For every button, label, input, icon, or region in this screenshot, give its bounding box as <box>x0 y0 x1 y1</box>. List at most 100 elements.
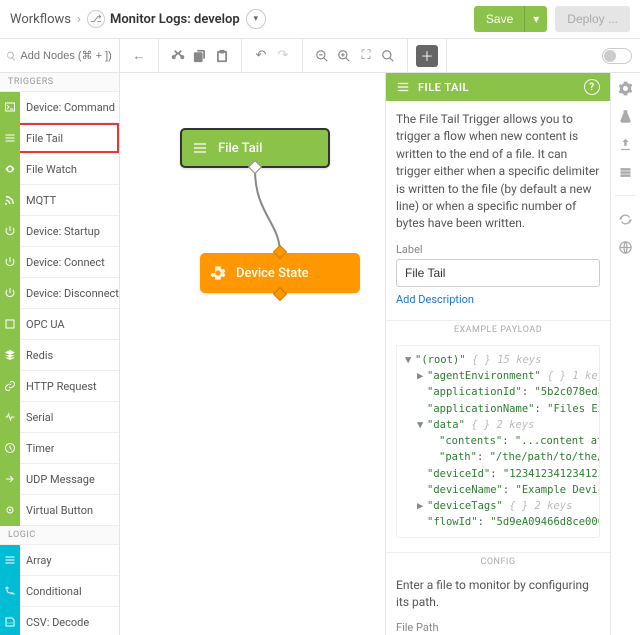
palette-item-label: Serial <box>20 411 53 424</box>
palette-item-virtual-button[interactable]: Virtual Button <box>0 495 119 526</box>
rss-icon <box>0 185 20 216</box>
palette-item-serial[interactable]: Serial <box>0 402 119 433</box>
palette-item-label: Device: Startup <box>20 225 100 238</box>
palette-item-label: OPC UA <box>20 318 65 331</box>
back-button[interactable]: ← <box>128 45 150 67</box>
dot-icon <box>0 495 20 526</box>
clock-icon <box>0 433 20 464</box>
palette-item-label: Conditional <box>20 585 82 598</box>
palette-item-label: Device: Command <box>20 101 115 114</box>
app-header: Workflows › ⎇ Monitor Logs: develop ▾ Sa… <box>0 0 640 39</box>
palette-item-conditional[interactable]: Conditional <box>0 576 119 607</box>
palette-item-label: MQTT <box>20 194 56 207</box>
save-dropdown[interactable]: ▾ <box>524 6 547 32</box>
search-icon <box>6 50 16 62</box>
palette-item-label: Device: Disconnect <box>20 287 119 300</box>
breadcrumb-root[interactable]: Workflows <box>10 12 71 27</box>
example-payload-divider: EXAMPLE PAYLOAD <box>386 320 610 335</box>
layers-icon[interactable] <box>617 163 635 181</box>
palette-item-http-request[interactable]: HTTP Request <box>0 371 119 402</box>
config-prompt: Enter a file to monitor by configuring i… <box>396 577 600 612</box>
upload-icon[interactable] <box>617 135 635 153</box>
add-description-link[interactable]: Add Description <box>396 293 474 306</box>
palette-item-file-tail[interactable]: File Tail <box>0 123 119 154</box>
palette-section-triggers: TRIGGERS <box>0 73 119 92</box>
list-icon <box>0 545 20 576</box>
eye-icon <box>0 154 20 185</box>
globe-icon[interactable] <box>617 238 635 256</box>
config-divider: CONFIG <box>386 552 610 567</box>
refresh-icon[interactable] <box>617 210 635 228</box>
label-field-label: Label <box>396 243 600 256</box>
toolbar: ← ↶ ↷ ⛶ ＋ <box>0 39 640 73</box>
palette-item-label: Virtual Button <box>20 504 93 517</box>
gear-icon[interactable] <box>617 79 635 97</box>
palette-item-redis[interactable]: Redis <box>0 340 119 371</box>
inspector-description: The File Tail Trigger allows you to trig… <box>396 111 600 233</box>
node-search-input[interactable] <box>20 50 113 62</box>
palette-item-file-watch[interactable]: File Watch <box>0 154 119 185</box>
save-button[interactable]: Save <box>474 6 525 32</box>
branch-icon <box>0 576 20 607</box>
list-icon <box>396 80 410 94</box>
cut-button[interactable] <box>167 45 189 67</box>
node-device-state[interactable]: Device State <box>200 253 360 293</box>
palette-item-label: Array <box>20 554 52 567</box>
beaker-icon[interactable] <box>617 107 635 125</box>
zoom-in-button[interactable] <box>333 45 355 67</box>
output-port[interactable] <box>273 287 287 301</box>
inspector-header: FILE TAIL ? <box>386 73 610 101</box>
file-path-label: File Path <box>396 621 600 634</box>
palette-item-label: File Watch <box>20 163 77 176</box>
zoom-out-button[interactable] <box>311 45 333 67</box>
power-icon <box>0 278 20 309</box>
copy-button[interactable] <box>189 45 211 67</box>
label-input[interactable] <box>396 259 600 287</box>
undo-button[interactable]: ↶ <box>250 45 272 67</box>
deploy-button: Deploy ... <box>555 6 630 32</box>
palette-item-label: Redis <box>20 349 53 362</box>
palette-item-label: CSV: Decode <box>20 616 89 629</box>
zoom-fit-button[interactable]: ⛶ <box>355 45 377 67</box>
palette-item-device-startup[interactable]: Device: Startup <box>0 216 119 247</box>
node-label: File Tail <box>218 141 262 156</box>
workflow-icon: ⎇ <box>87 10 105 28</box>
palette-item-label: HTTP Request <box>20 380 97 393</box>
csv-icon <box>0 607 20 635</box>
layers-icon <box>0 340 20 371</box>
workflow-dropdown[interactable]: ▾ <box>246 9 266 29</box>
palette-item-label: File Tail <box>20 132 63 145</box>
help-icon[interactable]: ? <box>584 79 600 95</box>
gear-icon <box>210 265 226 281</box>
zoom-reset-button[interactable] <box>377 45 399 67</box>
serial-icon <box>0 402 20 433</box>
palette-item-timer[interactable]: Timer <box>0 433 119 464</box>
palette-item-csv-decode[interactable]: CSV: Decode <box>0 607 119 635</box>
breadcrumb-separator: › <box>77 12 81 27</box>
paste-button[interactable] <box>211 45 233 67</box>
add-note-button[interactable]: ＋ <box>416 45 438 67</box>
arrow-icon <box>0 464 20 495</box>
palette-item-device-command[interactable]: Device: Command <box>0 92 119 123</box>
list-icon <box>0 123 20 154</box>
workflow-canvas[interactable]: File Tail Device State <box>120 73 385 635</box>
palette-item-udp-message[interactable]: UDP Message <box>0 464 119 495</box>
node-search[interactable] <box>0 39 120 72</box>
input-port[interactable] <box>273 245 287 259</box>
power-icon <box>0 247 20 278</box>
palette-item-opc-ua[interactable]: OPC UA <box>0 309 119 340</box>
node-file-tail[interactable]: File Tail <box>180 128 330 168</box>
link-icon <box>0 371 20 402</box>
terminal-icon <box>0 92 20 123</box>
output-port[interactable] <box>248 160 262 174</box>
redo-button[interactable]: ↷ <box>272 45 294 67</box>
palette-item-device-connect[interactable]: Device: Connect <box>0 247 119 278</box>
node-palette: TRIGGERS Device: Command File Tail File Wa… <box>0 73 120 635</box>
palette-item-array[interactable]: Array <box>0 545 119 576</box>
inspector-title: FILE TAIL <box>418 81 469 94</box>
palette-item-label: UDP Message <box>20 473 95 486</box>
palette-item-device-disconnect[interactable]: Device: Disconnect <box>0 278 119 309</box>
box-icon <box>0 309 20 340</box>
palette-item-mqtt[interactable]: MQTT <box>0 185 119 216</box>
debug-toggle[interactable] <box>602 48 632 64</box>
